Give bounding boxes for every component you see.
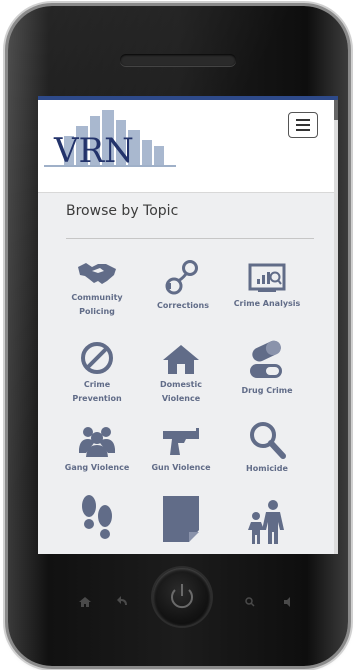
topic-domestic-violence[interactable]: Domestic Violence — [139, 342, 223, 406]
speaker-grille — [120, 54, 236, 66]
volume-nav-icon[interactable] — [283, 597, 295, 607]
browse-by-topic-heading: Browse by Topic — [66, 203, 179, 219]
house-icon — [163, 345, 199, 374]
logo-text: VRN — [53, 131, 134, 170]
back-nav-icon[interactable] — [116, 595, 130, 609]
home-nav-icon[interactable] — [78, 596, 92, 608]
search-nav-icon[interactable] — [244, 596, 256, 608]
topic-label: Gun Violence — [151, 463, 211, 472]
divider — [66, 238, 314, 239]
phone-screen: VRN Browse by Topic Community Policing Co… — [38, 96, 338, 554]
topic-label: Crime Analysis — [233, 299, 301, 308]
topic-family[interactable] — [225, 500, 309, 544]
topic-label: Homicide — [246, 464, 288, 473]
footprints-icon — [82, 495, 112, 539]
topic-label: Domestic Violence — [160, 380, 202, 403]
topic-drug-crime[interactable]: Drug Crime — [225, 338, 309, 398]
topic-community-policing[interactable]: Community Policing — [55, 259, 139, 319]
family-icon — [248, 500, 284, 544]
pills-icon — [250, 340, 282, 378]
topic-document[interactable] — [139, 494, 223, 544]
home-button[interactable] — [153, 568, 211, 626]
topic-crime-analysis[interactable]: Crime Analysis — [225, 259, 309, 311]
topic-label: Gang Violence — [64, 463, 130, 472]
prohibited-icon — [81, 342, 113, 374]
topic-gun-violence[interactable]: Gun Violence — [139, 423, 223, 475]
document-icon — [163, 496, 199, 542]
monitor-chart-icon — [248, 263, 286, 292]
topic-footprints[interactable] — [55, 492, 139, 544]
topic-crime-prevention[interactable]: Crime Prevention — [55, 340, 139, 406]
gun-icon — [163, 428, 199, 455]
topic-label: Drug Crime — [241, 386, 293, 395]
site-header: VRN — [38, 100, 334, 193]
hamburger-menu-button[interactable] — [288, 112, 318, 138]
topic-label: Crime Prevention — [72, 380, 122, 403]
magnifier-icon — [250, 422, 286, 459]
topic-label: Corrections — [157, 301, 209, 310]
topic-gang-violence[interactable]: Gang Violence — [55, 423, 139, 475]
topic-label: Community Policing — [71, 293, 123, 316]
group-icon — [79, 427, 115, 457]
vrn-logo[interactable]: VRN — [44, 108, 176, 170]
handcuffs-icon — [165, 260, 198, 295]
scrollbar[interactable] — [334, 100, 338, 554]
power-icon — [171, 584, 193, 609]
topic-corrections[interactable]: Corrections — [141, 259, 225, 313]
topic-homicide[interactable]: Homicide — [225, 418, 309, 476]
handshake-icon — [78, 263, 116, 284]
